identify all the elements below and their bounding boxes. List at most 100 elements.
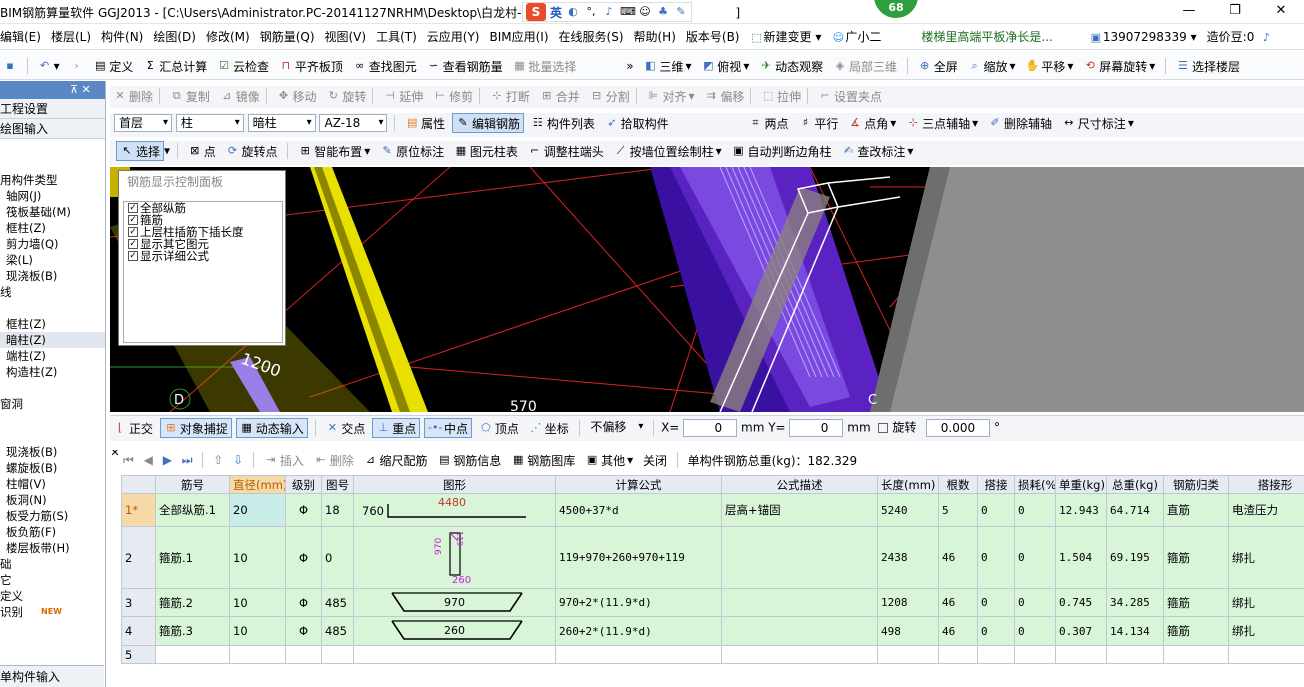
cell-unit-weight[interactable]: 0.307 [1055,616,1107,646]
adjust-column-end-button[interactable]: ⌐ 调整柱端头 [525,141,607,161]
zoom-button[interactable]: ⌕ 缩放 ▾ [965,56,1019,76]
cell-formula[interactable]: 119+970+260+970+119 [555,526,722,589]
tree-item[interactable]: 构造柱(Z) [0,364,105,380]
close-button[interactable]: ✕ [1258,0,1304,22]
auto-corner-column-button[interactable]: ▣ 自动判断边角柱 [728,141,834,161]
maximize-button[interactable]: ❐ [1212,0,1258,22]
ime-toolbar[interactable]: S 英 ◐ °, ♪ ⌨ ☺ ♣ ✎ [522,2,693,22]
menu-online[interactable]: 在线服务(S) [554,25,629,49]
close-table-button[interactable]: 关闭 [640,450,670,470]
screen-rotate-button[interactable]: ⟲ 屏幕旋转 ▾ [1080,56,1158,76]
cell-loss[interactable]: 0 [1014,526,1056,589]
midpoint-snap-button[interactable]: -•- 中点 [424,418,473,438]
cell-lap[interactable]: 0 [977,493,1015,527]
orbit-button[interactable]: ✈ 动态观察 [756,56,826,76]
table-row[interactable]: 3 箍筋.2 10 Φ 485 970 970+2*(11.9*d) 1208 … [121,588,1304,617]
cell-total-weight[interactable]: 69.195 [1106,526,1164,589]
cell-length[interactable]: 5240 [877,493,939,527]
cell-category[interactable]: 箍筋 [1163,616,1229,646]
user-icon[interactable]: ☺ [638,5,652,19]
next-record-button[interactable]: ▶ [160,450,175,470]
cell-grade[interactable]: Φ [285,493,322,527]
toolbar-overflow[interactable]: » [623,56,636,76]
edit-rebar-button[interactable]: ✎ 编辑钢筋 [451,113,524,133]
wrench-icon[interactable]: ✎ [674,5,688,19]
cell-category[interactable]: 直筋 [1163,493,1229,527]
offset-select[interactable]: 不偏移 [586,419,646,437]
tree-item[interactable] [0,300,105,316]
cell-desc[interactable] [721,616,878,646]
pick-component-button[interactable]: ➶ 拾取构件 [602,113,672,133]
coordinate-snap-button[interactable]: ⋰ 坐标 [526,418,572,438]
cell-count[interactable]: 46 [938,616,978,646]
pan-button[interactable]: ✋ 平移 ▾ [1022,56,1076,76]
point-angle-button[interactable]: ∡ 点角 ▾ [845,113,899,133]
delete-button[interactable]: ✕ 删除 [110,86,156,106]
tree-item[interactable]: 础 [0,556,105,572]
select-button[interactable]: ↖ 选择 [116,141,165,161]
tree-item[interactable]: 现浇板(B) [0,444,105,460]
type-select[interactable]: 柱 [175,114,244,132]
cell-fig[interactable]: 485 [321,588,354,617]
keyboard-icon[interactable]: ⌨ [620,5,636,19]
nav-drawing-input[interactable]: 绘图输入 [0,119,105,139]
cell-unit-weight[interactable]: 12.943 [1055,493,1107,527]
move-up-button[interactable]: ⇧ [210,450,226,470]
3d-scene[interactable]: 1200 570 D C [110,167,1304,412]
cell-length[interactable]: 1208 [877,588,939,617]
cell-shape[interactable]: 760 4480 [353,493,556,527]
col-total-weight[interactable]: 总重(kg) [1106,475,1164,494]
summary-button[interactable]: Σ 汇总计算 [140,56,210,76]
cell-total-weight[interactable]: 14.134 [1106,616,1164,646]
three-point-axis-button[interactable]: ⊹ 三点辅轴 ▾ [903,113,981,133]
col-grade[interactable]: 级别 [285,475,322,494]
cell-diameter[interactable]: 10 [229,526,286,589]
cell-desc[interactable]: 层高+锚固 [721,493,878,527]
ortho-button[interactable]: ⌊ 正交 [110,418,156,438]
3d-viewport[interactable]: 1200 570 D C [110,167,1304,412]
panel-close-icon[interactable]: ✕ [110,450,122,460]
y-input[interactable]: 0 [789,419,844,437]
break-button[interactable]: ⊹ 打断 [487,86,533,106]
perpendicular-snap-button[interactable]: ⊥ 重点 [372,418,421,438]
move-down-button[interactable]: ⇩ [230,450,246,470]
col-unit-weight[interactable]: 单重(kg) [1055,475,1107,494]
tree-item[interactable]: 螺旋板(B) [0,460,105,476]
tree-item[interactable]: 楼层板带(H) [0,540,105,556]
cell-length[interactable]: 498 [877,616,939,646]
tree-item[interactable]: 板受力筋(S) [0,508,105,524]
menu-modify[interactable]: 修改(M) [201,25,255,49]
menu-edit[interactable]: 编辑(E) [0,25,46,49]
moon-icon[interactable]: ◐ [566,5,580,19]
fullscreen-button[interactable]: ⊕ 全屏 [915,56,961,76]
tree-item[interactable]: 剪力墙(Q) [0,236,105,252]
tree-item[interactable]: 窗洞 [0,396,105,412]
cell-loss[interactable]: 0 [1014,493,1056,527]
rebar-library-button[interactable]: ▦ 钢筋图库 [508,450,578,470]
tree-item[interactable]: 框柱(Z) [0,220,105,236]
col-rebar-no[interactable]: 筋号 [155,475,230,494]
stretch-button[interactable]: ⬚ 拉伸 [758,86,804,106]
draw-by-wall-button[interactable]: ⟋ 按墙位置绘制柱 ▾ [611,141,725,161]
parallel-button[interactable]: ♯ 平行 [795,113,841,133]
cell-name[interactable]: 箍筋.3 [155,616,230,646]
menu-assistant[interactable]: ☺广小二 [826,25,886,49]
3d-button[interactable]: ◧ 三维 ▾ [640,56,694,76]
cell-lap-type[interactable]: 绑扎 [1228,588,1304,617]
view-rebar-button[interactable]: ∽ 查看钢筋量 [424,56,506,76]
single-component-input[interactable]: 单构件输入 [0,665,104,687]
col-category[interactable]: 钢筋归类 [1163,475,1229,494]
col-shape[interactable]: 图形 [353,475,556,494]
floor-select[interactable]: 首层 [114,114,172,132]
cell-lap[interactable]: 0 [977,526,1015,589]
x-input[interactable]: 0 [683,419,738,437]
tree-item[interactable]: 线 [0,284,105,300]
cell-formula[interactable]: 4500+37*d [555,493,722,527]
punctuation-icon[interactable]: °, [584,5,598,19]
cell-diameter[interactable]: 10 [229,588,286,617]
col-lap-type[interactable]: 搭接形 [1228,475,1304,494]
cell-total-weight[interactable]: 64.714 [1106,493,1164,527]
cell-formula[interactable]: 970+2*(11.9*d) [555,588,722,617]
cell-grade[interactable]: Φ [285,616,322,646]
col-length[interactable]: 长度(mm) [877,475,939,494]
